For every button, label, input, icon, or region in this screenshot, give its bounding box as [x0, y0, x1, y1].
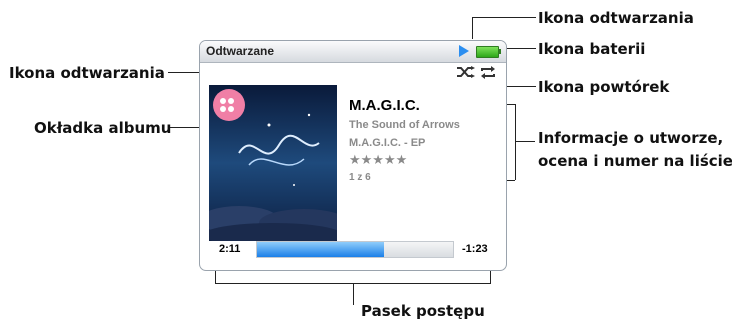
callout-album-cover: Okładka albumu — [34, 119, 172, 137]
bracket-progress-right — [490, 271, 491, 283]
bracket-info-top — [507, 104, 515, 105]
battery-tip — [499, 49, 501, 54]
track-title: M.A.G.I.C. — [349, 97, 420, 114]
track-artist: The Sound of Arrows — [349, 119, 460, 131]
track-album: M.A.G.I.C. - EP — [349, 137, 426, 149]
battery-icon — [476, 46, 499, 58]
bracket-progress-tick — [353, 283, 354, 305]
callout-track-info-line2: ocena i numer na liście — [538, 152, 732, 170]
leader-battery — [506, 48, 536, 49]
track-position: 1 z 6 — [349, 172, 371, 183]
album-cover — [209, 85, 337, 241]
callout-repeat-icon: Ikona powtórek — [538, 78, 670, 96]
callout-track-info-line1: Informacje o utworze, — [538, 129, 724, 147]
rating-stars[interactable]: ★★★★★ — [349, 152, 407, 168]
now-playing-screen: Odtwarzane M.A.G.I.C. The Sound of Arrow… — [199, 40, 507, 271]
title-bar: Odtwarzane — [200, 41, 506, 63]
bracket-progress-left — [215, 271, 216, 283]
repeat-icon[interactable] — [479, 66, 497, 79]
elapsed-time: 2:11 — [219, 243, 241, 255]
callout-battery-icon: Ikona baterii — [538, 40, 646, 58]
play-icon — [459, 45, 469, 57]
leader-playback-top — [472, 17, 536, 18]
bracket-info-bottom — [507, 180, 515, 181]
leader-playback-top-drop — [472, 17, 473, 39]
callout-playback-icon-left: Ikona odtwarzania — [9, 64, 165, 82]
progress-bar[interactable] — [256, 241, 454, 258]
callout-progress-bar: Pasek postępu — [361, 302, 485, 320]
callout-playback-icon-top: Ikona odtwarzania — [538, 9, 694, 27]
bracket-info-tick — [515, 141, 535, 142]
progress-fill — [257, 242, 385, 257]
screen-title: Odtwarzane — [206, 44, 275, 58]
remaining-time: -1:23 — [462, 243, 488, 255]
shuffle-icon[interactable] — [457, 66, 475, 78]
bracket-info-vert — [515, 104, 516, 180]
